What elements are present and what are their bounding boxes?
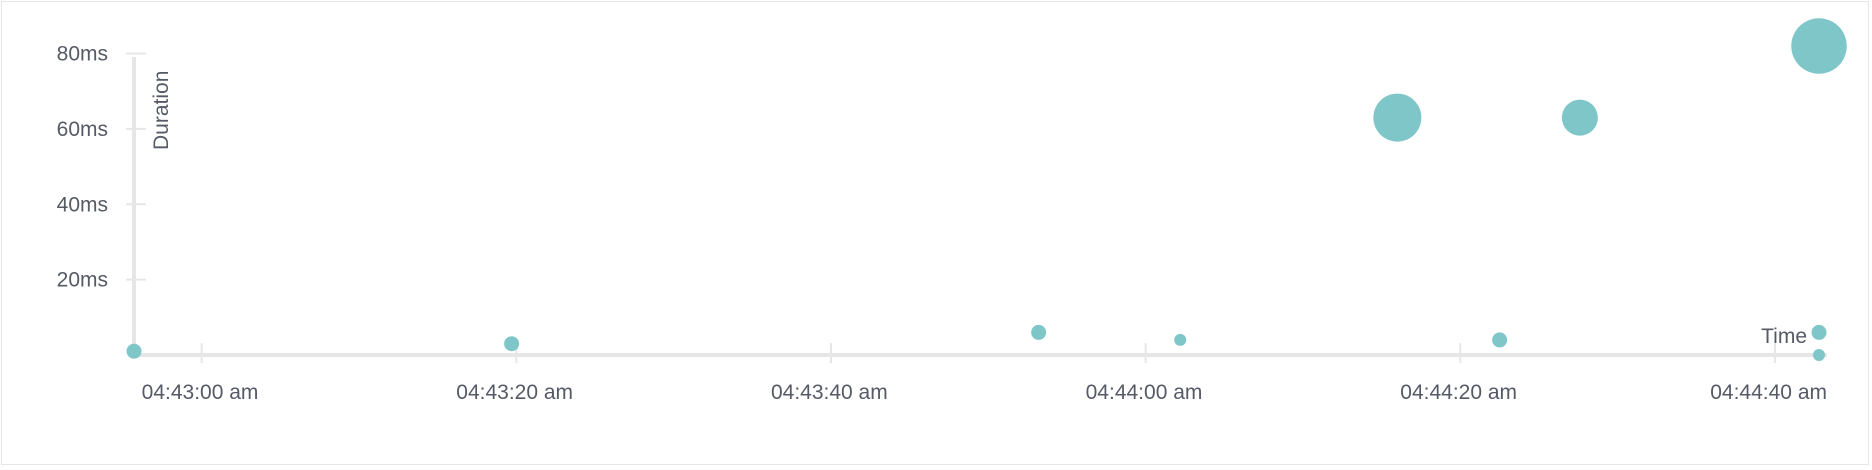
data-point[interactable] xyxy=(126,343,142,359)
data-point[interactable] xyxy=(1174,333,1187,346)
data-point[interactable] xyxy=(1813,349,1825,361)
y-tick-label: 60ms xyxy=(57,118,108,141)
scatter-chart: 20ms40ms60ms80ms 04:43:00 am 04:43:20 am 0… xyxy=(57,18,1847,404)
data-point[interactable] xyxy=(1811,324,1827,340)
data-point[interactable] xyxy=(1492,332,1508,348)
y-tick-label: 40ms xyxy=(57,193,108,216)
x-ticks: 04:43:00 am 04:43:20 am 04:43:40 am 04:44:0… xyxy=(142,343,1827,404)
x-tick-label: 04:43:20 am xyxy=(456,381,573,404)
chart-panel: 20ms 40ms 60ms 80ms 04:43:00 am 04:43:20 am 0… xyxy=(1,1,1869,465)
data-point[interactable] xyxy=(1791,18,1847,74)
x-tick-label: 04:44:00 am xyxy=(1086,381,1203,404)
data-point[interactable] xyxy=(1031,324,1047,340)
x-tick-label: 04:44:40 am xyxy=(1710,381,1827,404)
data-point[interactable] xyxy=(1561,99,1598,136)
y-axis-title: Duration xyxy=(150,71,173,150)
y-tick-label: 80ms xyxy=(57,43,108,66)
data-points xyxy=(126,18,1847,361)
data-point[interactable] xyxy=(1373,93,1422,142)
x-tick-label: 04:44:20 am xyxy=(1400,381,1517,404)
x-tick-label: 04:43:00 am xyxy=(142,381,259,404)
y-tick-label: 20ms xyxy=(57,269,108,292)
x-tick-label: 04:43:40 am xyxy=(771,381,888,404)
data-point[interactable] xyxy=(504,336,520,352)
x-axis-title: Time xyxy=(1761,325,1807,348)
